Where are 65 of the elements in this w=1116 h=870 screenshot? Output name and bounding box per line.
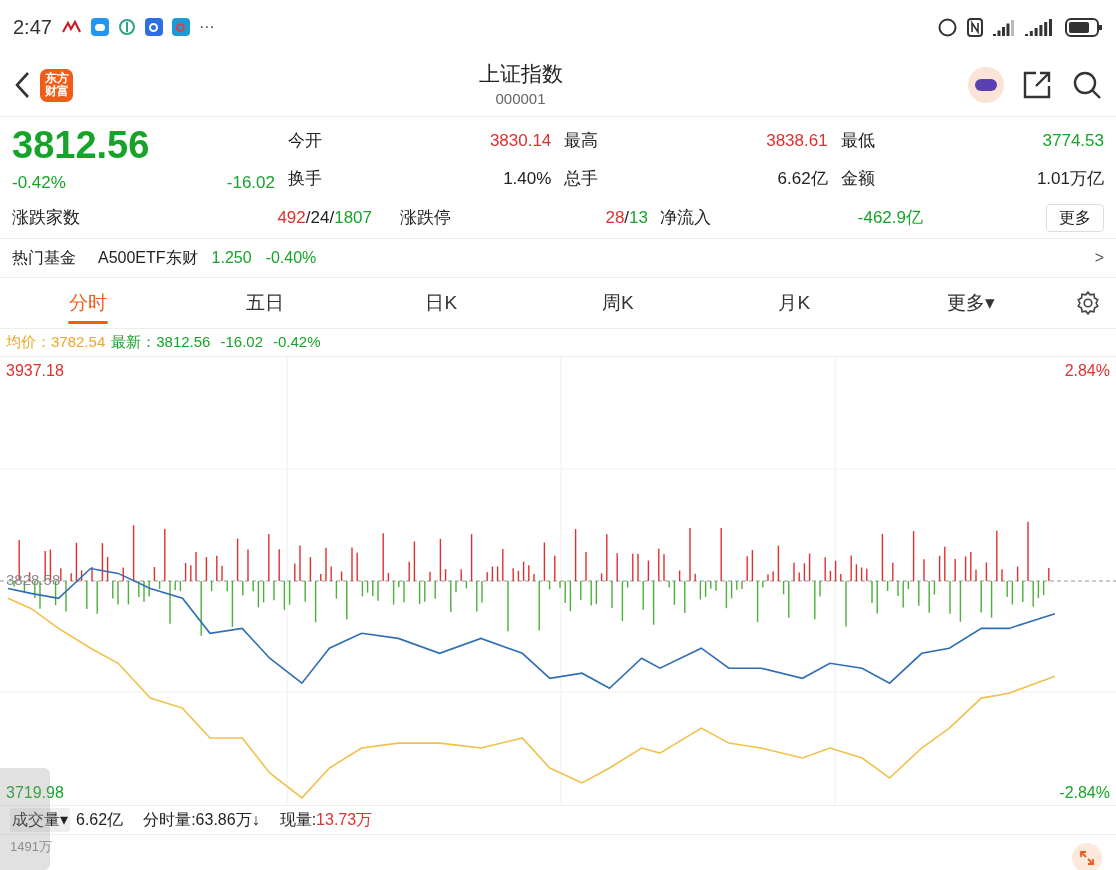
stat-label: 涨跌停 — [400, 207, 451, 230]
chart-tab[interactable]: 周K — [529, 278, 706, 328]
back-icon — [14, 71, 30, 99]
message-app-icon — [90, 18, 109, 36]
pct-high-label: 2.84% — [1064, 361, 1110, 381]
status-time: 2:47 — [13, 15, 52, 40]
index-code: 000001 — [495, 88, 546, 109]
stat-value: 6.62亿 — [777, 168, 828, 191]
more-notifications: ··· — [198, 17, 215, 37]
assistant-avatar[interactable] — [968, 67, 1004, 103]
search-icon[interactable] — [1072, 70, 1102, 100]
change-percent: -0.42% — [12, 172, 66, 194]
chart-tab[interactable]: 月K — [706, 278, 883, 328]
pct-low-label: -2.84% — [1059, 783, 1110, 803]
stat-label: 换手 — [288, 168, 322, 191]
share-icon[interactable] — [1022, 70, 1052, 100]
stat-label: 最高 — [564, 130, 599, 153]
volume-total: 6.62亿 — [76, 810, 124, 830]
current-volume-value: 13.73万 — [316, 810, 373, 830]
index-title: 上证指数 — [478, 60, 563, 87]
axis-low-label: 3719.98 — [6, 783, 64, 803]
stat-label: 总手 — [564, 168, 599, 191]
app-logo-icon — [61, 20, 82, 34]
battery-icon — [1065, 17, 1103, 37]
logo-text: 财富 — [44, 85, 69, 98]
fund-change: -0.40% — [265, 248, 317, 268]
more-button[interactable]: 更多 — [1046, 204, 1104, 232]
fund-label: 热门基金 — [12, 248, 76, 268]
stat-value: 28/13 — [605, 207, 648, 230]
chart-tab[interactable]: 日K — [353, 278, 530, 328]
axis-high-label: 3937.18 — [6, 361, 64, 381]
last-price: 3812.56 — [12, 123, 151, 167]
expand-button[interactable] — [1072, 843, 1102, 870]
change-value: -16.02 — [226, 172, 275, 194]
stat-value: 492/24/1807 — [277, 207, 372, 230]
volume-selector[interactable]: 成交量▾ — [10, 808, 70, 832]
stat-value: -462.9亿 — [857, 207, 923, 230]
stat-value: 3838.61 — [766, 130, 828, 153]
avg-price-label: 均价：3782.54 — [6, 332, 106, 353]
expand-icon — [1079, 850, 1095, 866]
stat-label: 金额 — [840, 168, 875, 191]
stat-label: 净流入 — [660, 207, 711, 230]
stat-value: 1.40% — [503, 168, 552, 191]
stat-value: 1.01万亿 — [1036, 168, 1104, 191]
last-price-label: 最新：3812.56 — [111, 332, 211, 353]
fund-price: 1.250 — [211, 248, 252, 268]
chevron-icon[interactable]: > — [1094, 246, 1104, 270]
stat-label: 最低 — [840, 130, 875, 153]
current-volume-label: 现量: — [279, 810, 317, 830]
settings-icon[interactable] — [1075, 290, 1101, 316]
minute-volume: 分时量:63.86万↓ — [143, 810, 260, 830]
chart-tab[interactable]: 更多▾ — [882, 278, 1059, 328]
legend-change-percent: -0.42% — [273, 332, 321, 353]
signal-icon — [1025, 18, 1055, 36]
stat-value: 3774.53 — [1042, 130, 1104, 153]
nfc-icon — [967, 17, 983, 37]
legend-change: -16.02 — [220, 332, 263, 353]
stat-label: 今开 — [288, 130, 322, 153]
logo-text: 东方 — [44, 72, 69, 85]
signal-icon — [993, 18, 1015, 36]
stat-value: 3830.14 — [489, 130, 552, 153]
volume-max-label: 1491万 — [10, 838, 52, 856]
fund-name[interactable]: A500ETF东财 — [98, 246, 198, 270]
chart-tab[interactable]: 五日 — [176, 278, 353, 328]
stat-label: 涨跌家数 — [12, 207, 80, 230]
